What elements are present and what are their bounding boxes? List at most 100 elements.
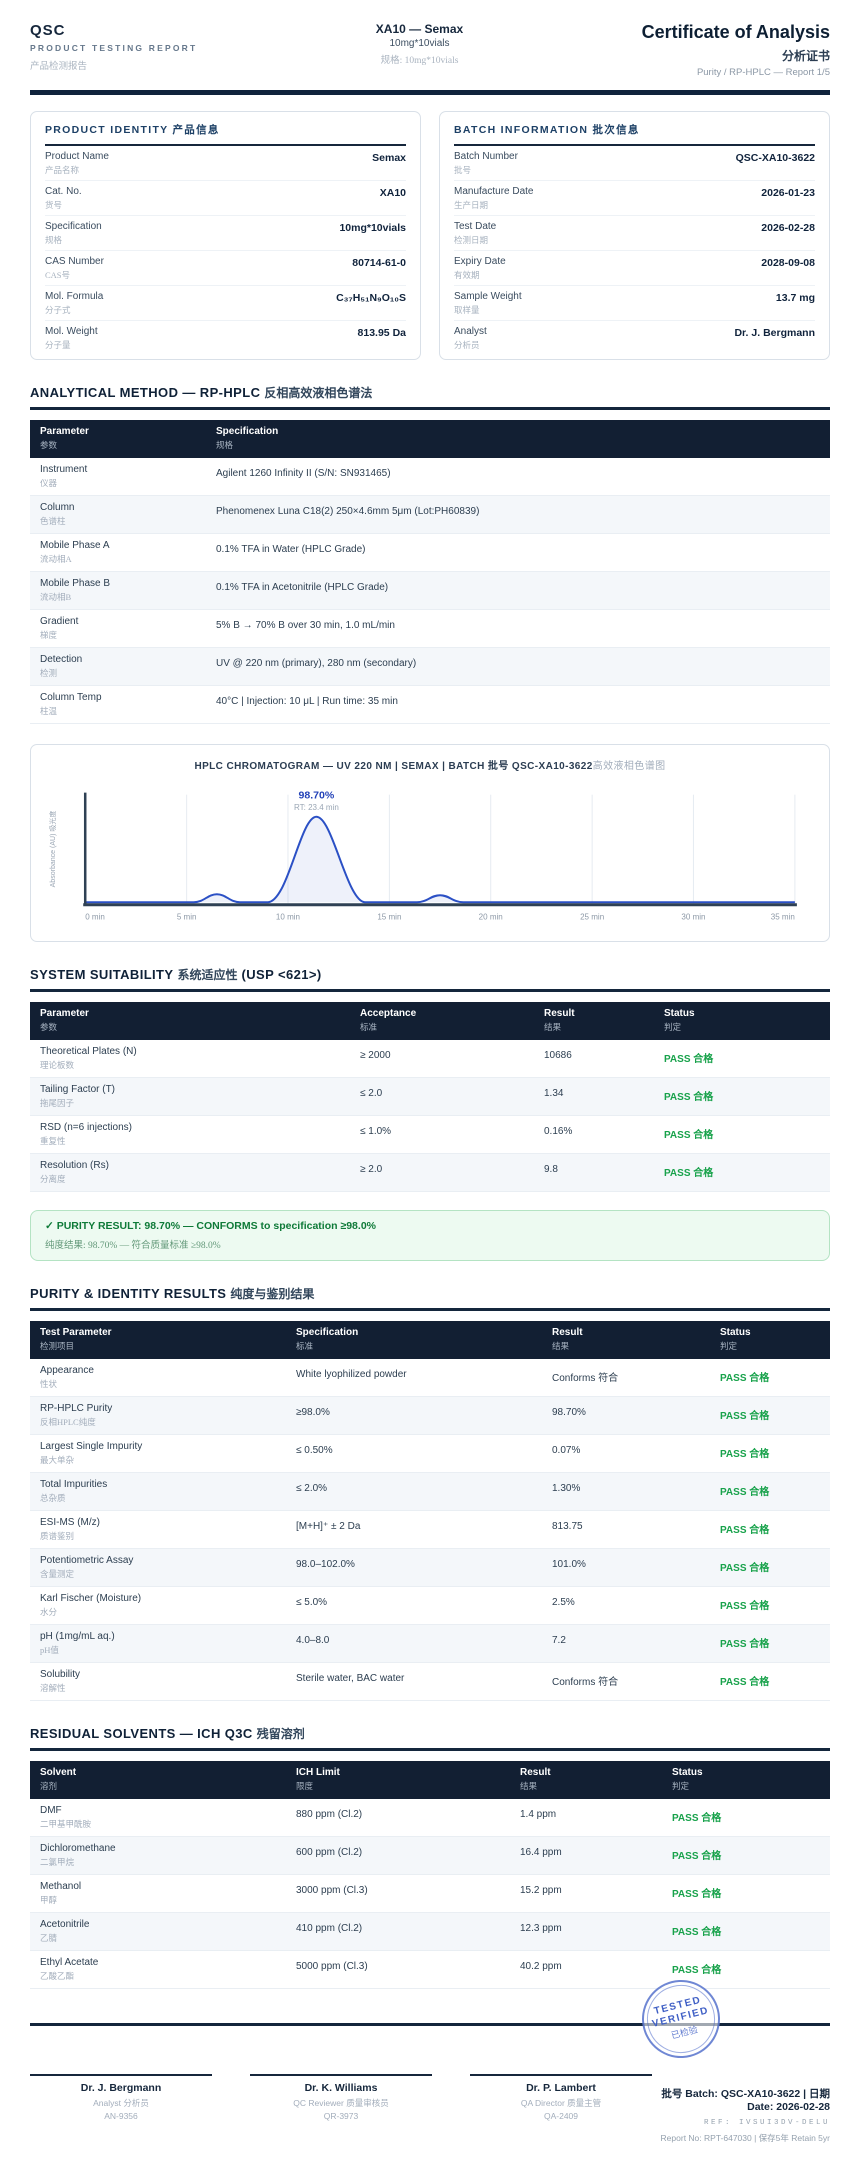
table-row: Mobile Phase B 流动相B 0.1% TFA in Acetonitri… bbox=[30, 571, 830, 610]
product-identity-card: PRODUCT IDENTITY 产品信息 Product Name 产品名称 Se… bbox=[30, 111, 421, 360]
table-row: Potentiometric Assay 含量测定 98.0–102.0% 101.0… bbox=[30, 1548, 830, 1587]
stamp-area: TESTED VERIFIED 已检验 bbox=[30, 1971, 830, 2067]
status-badge: PASS 合格 bbox=[662, 1874, 830, 1913]
x-tick: 15 min bbox=[377, 912, 401, 921]
table-row: Total Impurities 总杂质 ≤ 2.0% 1.30% PASS 合格 bbox=[30, 1472, 830, 1511]
footer-ref-line: REF: IVSUI3DV-DELU bbox=[703, 2119, 830, 2127]
column-header: Solvent 溶剂 bbox=[30, 1761, 286, 1799]
column-header: Status 判定 bbox=[662, 1761, 830, 1799]
status-badge: PASS 合格 bbox=[710, 1359, 830, 1397]
kv-value: 2026-02-28 bbox=[761, 222, 815, 234]
x-tick: 10 min bbox=[276, 912, 300, 921]
table-row: Instrument 仪器 Agilent 1260 Infinity II (S/… bbox=[30, 458, 830, 496]
purity-results-table: Test Parameter 检测项目 Specification 标准 Resul… bbox=[30, 1321, 830, 1701]
hplc-chromatogram-card: HPLC CHROMATOGRAM — UV 220 NM | SEMAX | … bbox=[30, 744, 830, 942]
column-header: ICH Limit 限度 bbox=[286, 1761, 510, 1799]
kv-value: 80714-61-0 bbox=[352, 257, 406, 269]
kv-row: Product Name 产品名称 Semax bbox=[45, 146, 406, 181]
column-header: Specification 规格 bbox=[206, 420, 830, 458]
section-heading-purity-results: PURITY & IDENTITY RESULTS 纯度与鉴别结果 bbox=[30, 1285, 830, 1311]
table-row: RSD (n=6 injections) 重复性 ≤ 1.0% 0.16% PASS 合… bbox=[30, 1115, 830, 1154]
kv-value: 10mg*10vials bbox=[339, 222, 406, 234]
kv-value: Semax bbox=[372, 152, 406, 164]
column-header: Test Parameter 检测项目 bbox=[30, 1321, 286, 1359]
signature-line bbox=[250, 2074, 432, 2076]
table-row: Dichloromethane 二氯甲烷 600 ppm (Cl.2) 16.4 pp… bbox=[30, 1836, 830, 1875]
status-badge: PASS 合格 bbox=[654, 1115, 830, 1154]
kv-value: C₃₇H₅₁N₉O₁₀S bbox=[336, 292, 406, 304]
analytical-method-table: Parameter 参数 Specification 规格 Instrument 仪器… bbox=[30, 420, 830, 724]
info-cards: PRODUCT IDENTITY 产品信息 Product Name 产品名称 Se… bbox=[30, 111, 830, 360]
table-row: Karl Fischer (Moisture) 水分 ≤ 5.0% 2.5% PASS … bbox=[30, 1586, 830, 1625]
kv-row: Test Date 检测日期 2026-02-28 bbox=[454, 216, 815, 251]
page-subtitle: Purity / RP-HPLC — Report 1/5 bbox=[696, 67, 830, 78]
product-title: XA10 — Semax bbox=[375, 22, 464, 36]
kv-value: 813.95 Da bbox=[357, 327, 406, 339]
x-tick: 35 min bbox=[771, 912, 795, 921]
residual-solvents-table: Solvent 溶剂 ICH Limit 限度 Result 结果 Status 判定 … bbox=[30, 1761, 830, 1989]
kv-row: Sample Weight 取样量 13.7 mg bbox=[454, 286, 815, 321]
page-title-cn: 分析证书 bbox=[781, 49, 830, 63]
kv-row: Manufacture Date 生产日期 2026-01-23 bbox=[454, 181, 815, 216]
signature-blocks: Dr. J. Bergmann Analyst 分析员 AN-9356 Dr. … bbox=[30, 2074, 652, 2144]
kv-value: 2026-01-23 bbox=[761, 187, 815, 199]
x-tick: 25 min bbox=[580, 912, 604, 921]
x-tick: 30 min bbox=[681, 912, 705, 921]
footer-report-line: Report No: RPT-647030 | 保存5年 Retain 5yr bbox=[660, 2133, 830, 2143]
batch-information-card: BATCH INFORMATION 批次信息 Batch Number 批号 QSC… bbox=[439, 111, 830, 360]
certificate-page: QSC PRODUCT TESTING REPORT 产品检测报告 XA10 —… bbox=[0, 0, 860, 2174]
status-badge: PASS 合格 bbox=[710, 1434, 830, 1473]
signature-qa-director: Dr. P. Lambert QA Director 质量主管 QA-2409 bbox=[470, 2074, 652, 2144]
table-row: Gradient 梯度 5% B → 70% B over 30 min, 1.0 … bbox=[30, 609, 830, 648]
x-tick: 5 min bbox=[177, 912, 197, 921]
brand-subtitle-cn: 产品检测报告 bbox=[30, 62, 88, 72]
y-axis-label: Absorbance (AU) 吸光度 bbox=[48, 811, 57, 888]
coa-title-block: Certificate of Analysis 分析证书 Purity / RP… bbox=[642, 22, 830, 78]
kv-row: Batch Number 批号 QSC-XA10-3622 bbox=[454, 146, 815, 181]
section-heading-residual-solvents: RESIDUAL SOLVENTS — ICH Q3C 残留溶剂 bbox=[30, 1725, 830, 1751]
table-row: Tailing Factor (T) 拖尾因子 ≤ 2.0 1.34 PASS 合格 bbox=[30, 1077, 830, 1116]
card-title: PRODUCT IDENTITY 产品信息 bbox=[45, 122, 406, 146]
kv-row: Analyst 分析员 Dr. J. Bergmann bbox=[454, 326, 815, 350]
brand-block: QSC PRODUCT TESTING REPORT 产品检测报告 bbox=[30, 22, 197, 72]
kv-row: Cat. No. 货号 XA10 bbox=[45, 181, 406, 216]
table-row: Appearance 性状 White lyophilized powder Conf… bbox=[30, 1359, 830, 1397]
status-badge: PASS 合格 bbox=[662, 1799, 830, 1837]
kv-row: Mol. Weight 分子量 813.95 Da bbox=[45, 326, 406, 350]
status-badge: PASS 合格 bbox=[662, 1836, 830, 1875]
header: QSC PRODUCT TESTING REPORT 产品检测报告 XA10 —… bbox=[30, 22, 830, 78]
table-row: ESI-MS (M/z) 质谱鉴别 [M+H]⁺ ± 2 Da 813.75 PASS … bbox=[30, 1510, 830, 1549]
status-badge: PASS 合格 bbox=[662, 1912, 830, 1951]
table-row: Resolution (Rs) 分离度 ≥ 2.0 9.8 PASS 合格 bbox=[30, 1153, 830, 1192]
status-badge: PASS 合格 bbox=[710, 1662, 830, 1701]
card-title: BATCH INFORMATION 批次信息 bbox=[454, 122, 815, 146]
chart-title: HPLC CHROMATOGRAM — UV 220 NM | SEMAX | … bbox=[194, 761, 666, 772]
table-row: Theoretical Plates (N) 理论板数 ≥ 2000 10686 PAS… bbox=[30, 1040, 830, 1078]
signature-line bbox=[470, 2074, 652, 2076]
table-row: Mobile Phase A 流动相A 0.1% TFA in Water (HPL… bbox=[30, 533, 830, 572]
kv-row: CAS Number CAS号 80714-61-0 bbox=[45, 251, 406, 286]
x-tick: 20 min bbox=[479, 912, 503, 921]
chromatogram-peak-fill bbox=[85, 816, 795, 903]
column-header: Result 结果 bbox=[534, 1002, 654, 1040]
signature-line bbox=[30, 2074, 212, 2076]
kv-value: 2028-09-08 bbox=[761, 257, 815, 269]
signature-analyst: Dr. J. Bergmann Analyst 分析员 AN-9356 bbox=[30, 2074, 212, 2144]
footer-batch-line: 批号 Batch: QSC-XA10-3622 | 日期 Date: 2026-… bbox=[661, 2088, 830, 2113]
table-row: pH (1mg/mL aq.) pH值 4.0–8.0 7.2 PASS 合格 bbox=[30, 1624, 830, 1663]
signature-qc-reviewer: Dr. K. Williams QC Reviewer 质量审核员 QR-397… bbox=[250, 2074, 432, 2144]
table-row: Methanol 甲醇 3000 ppm (Cl.3) 15.2 ppm PASS 合格 bbox=[30, 1874, 830, 1913]
table-row: Column Temp 柱温 40°C | Injection: 10 μL | R… bbox=[30, 685, 830, 724]
table-row: Solubility 溶解性 Sterile water, BAC water Con… bbox=[30, 1662, 830, 1701]
product-spec: 10mg*10vials bbox=[389, 38, 450, 49]
column-header: Specification 标准 bbox=[286, 1321, 542, 1359]
table-row: Detection 检测 UV @ 220 nm (primary), 280 nm… bbox=[30, 647, 830, 686]
table-row: Column 色谱柱 Phenomenex Luna C18(2) 250×4.6m… bbox=[30, 495, 830, 534]
kv-row: Expiry Date 有效期 2028-09-08 bbox=[454, 251, 815, 286]
status-badge: PASS 合格 bbox=[710, 1586, 830, 1625]
peak-purity-label: 98.70% bbox=[299, 790, 335, 802]
verified-stamp: TESTED VERIFIED 已检验 bbox=[633, 1971, 729, 2067]
brand-logo: QSC bbox=[30, 22, 66, 39]
kv-row: Specification 规格 10mg*10vials bbox=[45, 216, 406, 251]
kv-value: QSC-XA10-3622 bbox=[735, 152, 815, 164]
